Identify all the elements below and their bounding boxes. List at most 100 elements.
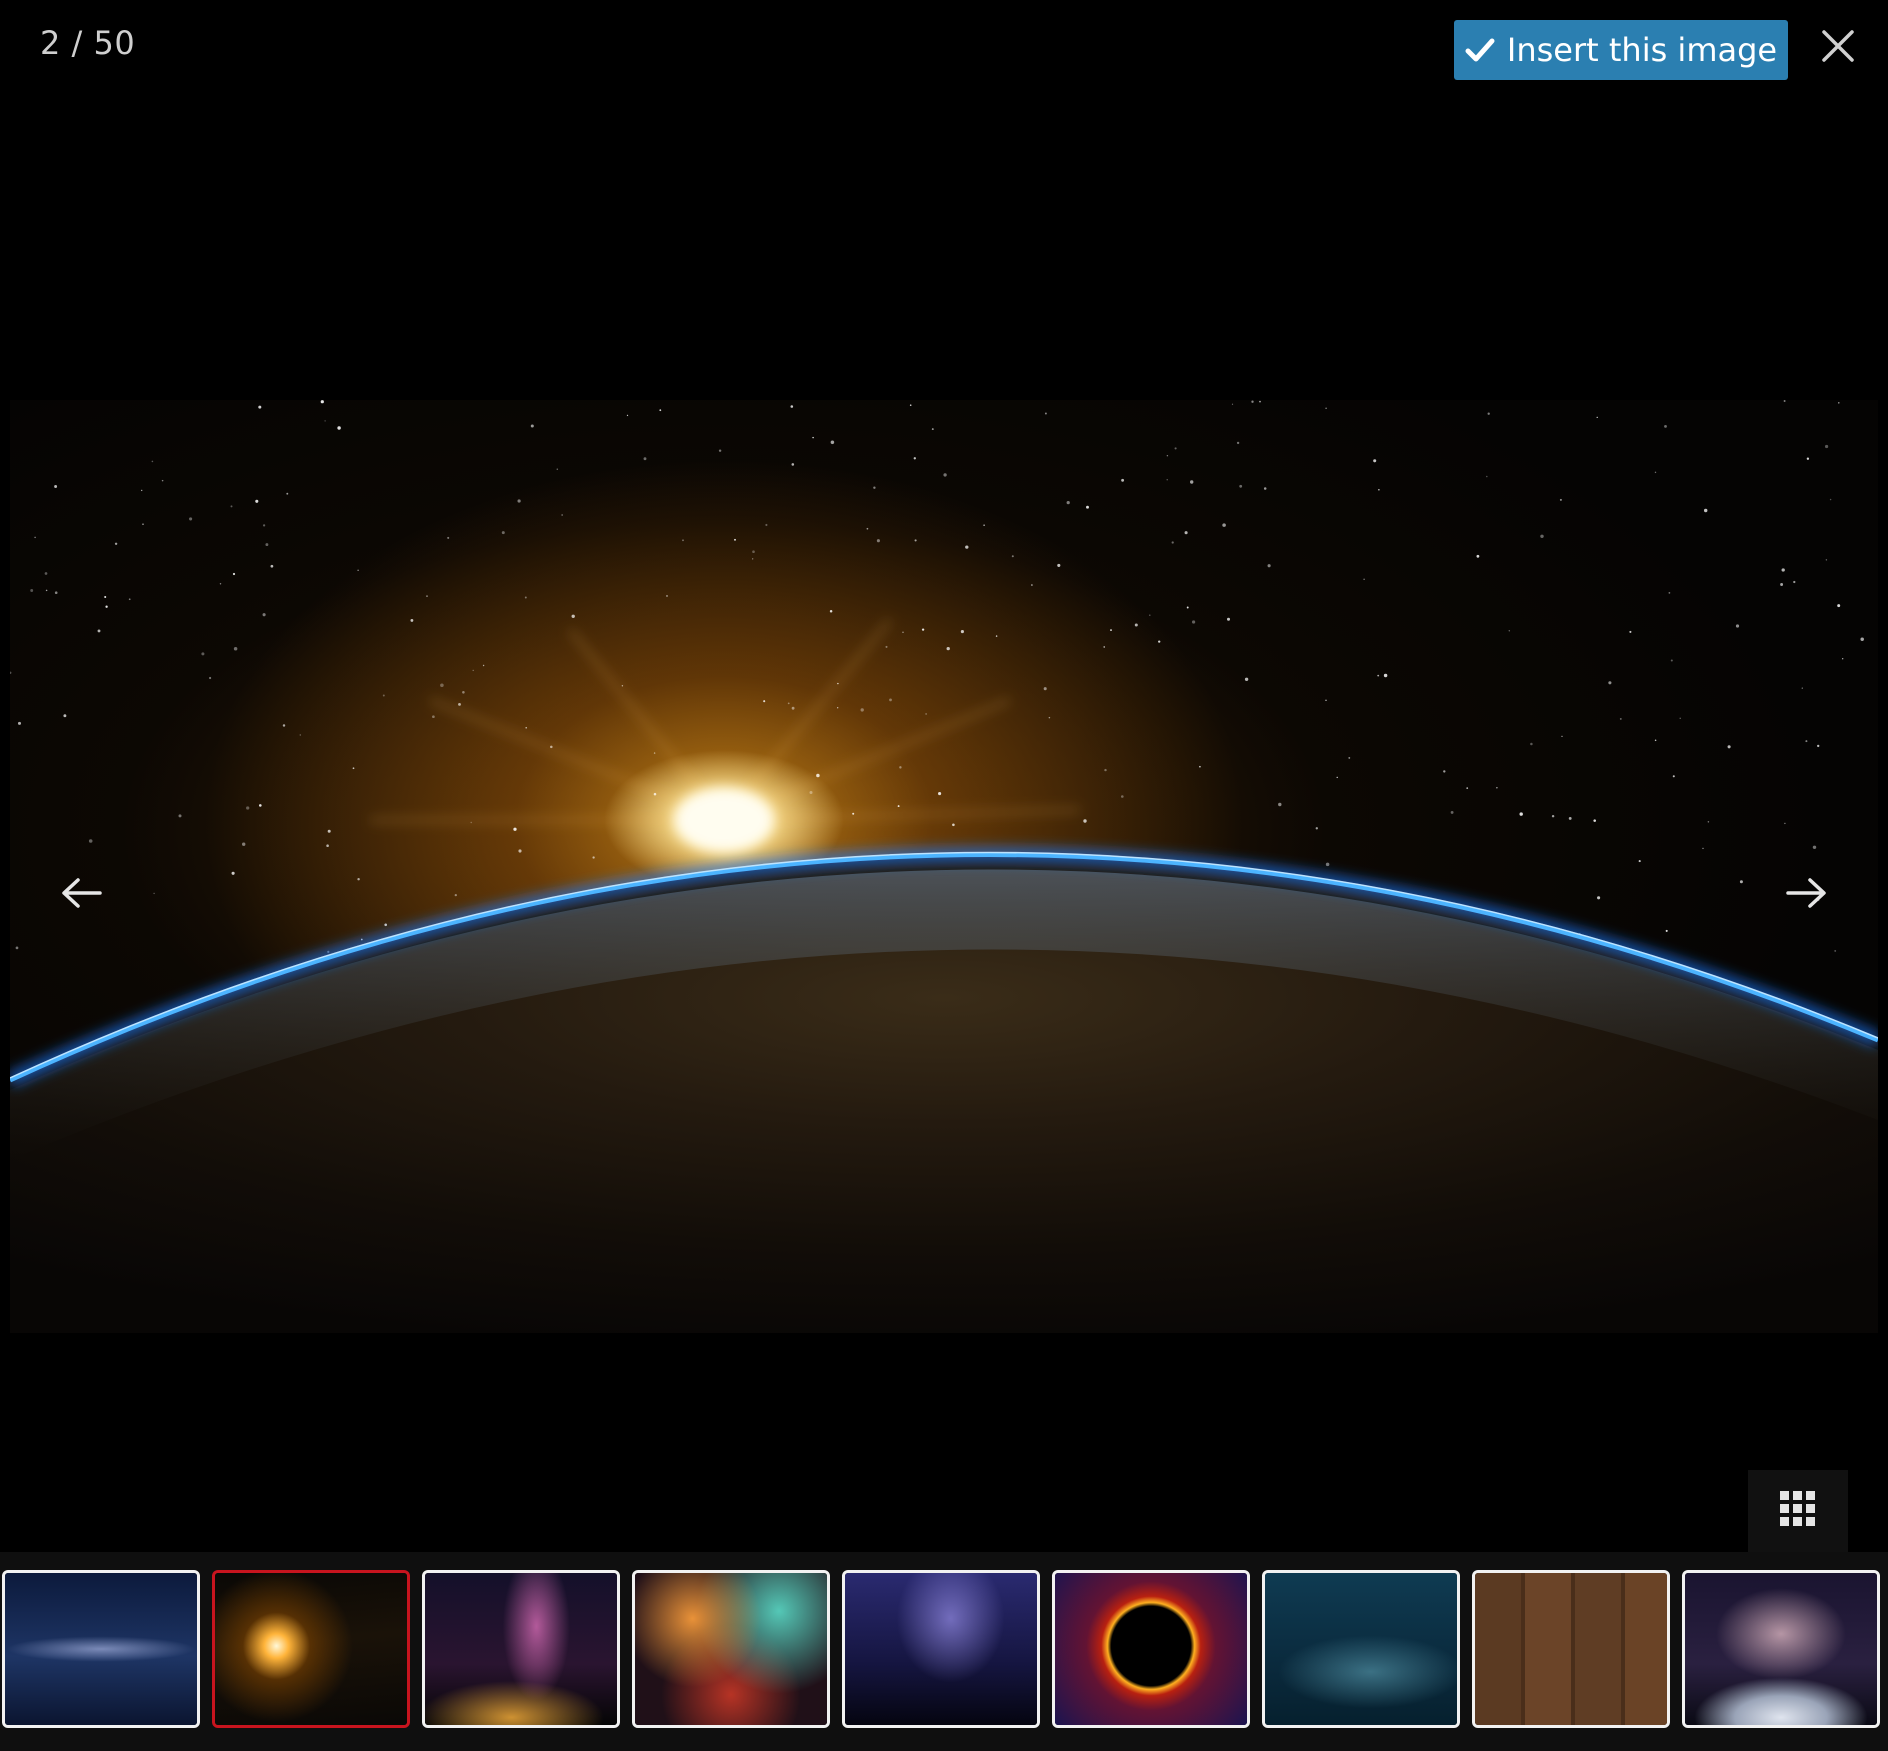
- star: [151, 460, 154, 463]
- star: [1466, 787, 1469, 789]
- star: [242, 842, 246, 846]
- thumbnail-6[interactable]: [1052, 1570, 1250, 1728]
- star: [1597, 896, 1601, 900]
- thumbnail-9[interactable]: [1682, 1570, 1880, 1728]
- thumbnail-4[interactable]: [632, 1570, 830, 1728]
- star: [1231, 403, 1234, 405]
- star: [1263, 487, 1267, 490]
- star: [337, 426, 341, 430]
- star: [1104, 768, 1107, 772]
- star: [1608, 681, 1612, 685]
- star: [178, 814, 182, 818]
- star: [1278, 802, 1282, 807]
- star: [1780, 583, 1784, 586]
- star: [440, 683, 444, 688]
- star: [270, 564, 274, 568]
- star: [1476, 554, 1480, 558]
- star: [790, 405, 794, 408]
- star: [659, 409, 662, 412]
- star: [352, 767, 355, 770]
- star: [1619, 717, 1622, 720]
- thumbnail-image: [425, 1573, 617, 1725]
- star: [1703, 508, 1708, 513]
- star: [1244, 677, 1249, 681]
- star: [1191, 620, 1196, 624]
- star: [718, 449, 722, 452]
- star: [1829, 498, 1832, 501]
- star: [1593, 819, 1596, 822]
- star: [104, 595, 107, 599]
- star: [1834, 949, 1837, 952]
- star: [1186, 606, 1189, 609]
- next-image-button[interactable]: [1776, 870, 1836, 920]
- star: [1174, 447, 1177, 450]
- star: [1837, 604, 1841, 608]
- star: [382, 694, 385, 697]
- star: [410, 618, 414, 622]
- thumbnail-8[interactable]: [1472, 1570, 1670, 1728]
- star: [931, 428, 934, 431]
- star: [1325, 407, 1327, 409]
- star: [829, 609, 833, 613]
- star: [960, 630, 964, 634]
- insert-image-button[interactable]: Insert this image: [1454, 20, 1788, 80]
- star: [1812, 845, 1817, 850]
- star: [282, 724, 286, 727]
- thumbnail-5[interactable]: [842, 1570, 1040, 1728]
- star: [232, 572, 236, 576]
- star: [209, 676, 212, 680]
- star: [1373, 459, 1377, 463]
- star: [1568, 816, 1572, 820]
- star: [1670, 659, 1673, 662]
- star: [286, 492, 289, 495]
- star: [1559, 498, 1562, 501]
- star: [952, 823, 955, 827]
- star: [426, 595, 428, 597]
- star: [517, 499, 521, 503]
- star: [432, 715, 435, 719]
- thumbnail-image: [635, 1573, 827, 1725]
- star: [518, 849, 522, 853]
- close-button[interactable]: [1818, 26, 1858, 70]
- insert-image-label: Insert this image: [1506, 31, 1778, 69]
- image-counter: 2 / 50: [40, 24, 136, 62]
- star: [1825, 444, 1829, 449]
- star: [1222, 523, 1226, 527]
- thumbnail-grid-toggle[interactable]: [1748, 1470, 1848, 1552]
- star: [556, 468, 559, 470]
- star: [897, 805, 900, 808]
- star: [1259, 400, 1261, 403]
- star: [54, 485, 58, 488]
- star: [10, 671, 12, 674]
- star: [1486, 475, 1488, 478]
- thumbnail-1[interactable]: [2, 1570, 200, 1728]
- thumbnail-image: [215, 1573, 407, 1725]
- thumbnail-3[interactable]: [422, 1570, 620, 1728]
- star: [1654, 739, 1657, 742]
- star: [860, 708, 864, 712]
- star: [324, 420, 326, 422]
- star: [925, 713, 927, 715]
- star: [1044, 412, 1047, 415]
- previous-image-button[interactable]: [52, 870, 112, 920]
- star: [1679, 717, 1681, 719]
- star: [1239, 484, 1243, 488]
- star: [763, 700, 766, 703]
- star: [1190, 480, 1194, 484]
- star: [816, 773, 820, 778]
- star: [902, 631, 904, 633]
- star: [1377, 674, 1380, 677]
- star: [1120, 795, 1124, 798]
- star: [482, 664, 485, 667]
- thumbnail-2[interactable]: [212, 1570, 410, 1728]
- thumbnail-7[interactable]: [1262, 1570, 1460, 1728]
- star: [231, 871, 235, 875]
- star: [1801, 687, 1803, 689]
- star: [34, 536, 36, 539]
- star: [866, 527, 869, 530]
- star: [1348, 756, 1351, 759]
- star: [1057, 563, 1061, 567]
- star: [1629, 630, 1632, 633]
- star: [1707, 821, 1710, 823]
- star: [873, 486, 876, 489]
